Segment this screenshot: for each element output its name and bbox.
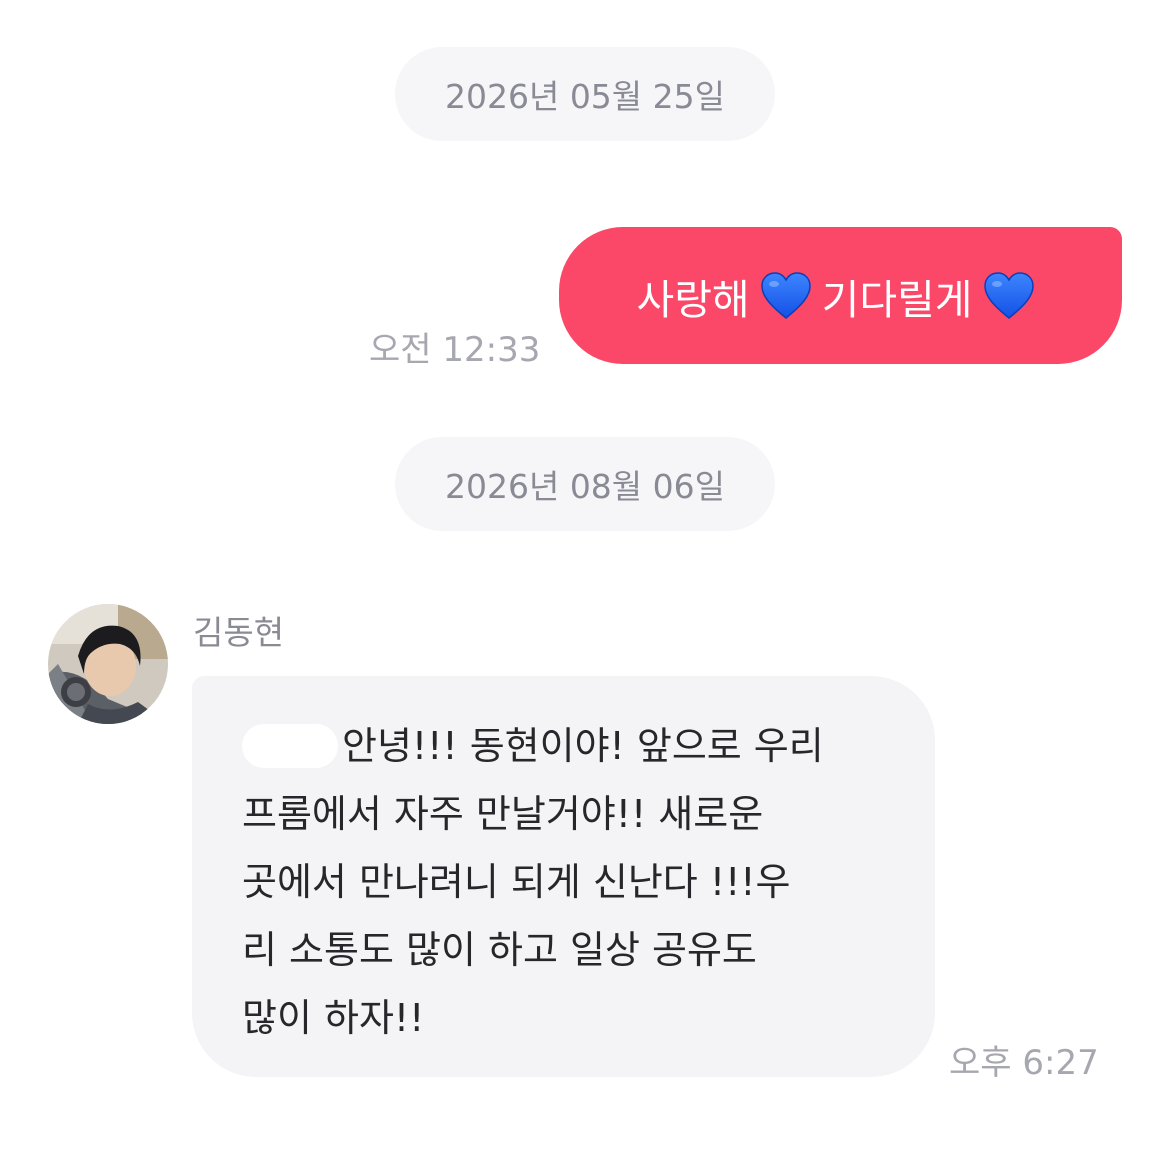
received-message-time: 오후 6:27 [949,1043,1099,1083]
avatar-image [48,604,168,724]
date-label: 2026년 05월 25일 [444,77,726,116]
message-line-text: 안녕!!! 동현이야! 앞으로 우리 [342,724,824,768]
date-label: 2026년 08월 06일 [444,467,726,506]
date-separator: 2026년 05월 25일 [394,47,776,141]
sent-message-bubble[interactable]: 사랑해 기다릴게 [559,227,1122,364]
sender-name: 김동현 [193,613,285,652]
message-line: 많이 하자!! [242,996,425,1040]
date-separator: 2026년 08월 06일 [394,437,776,531]
message-line: 리 소통도 많이 하고 일상 공유도 [242,928,757,972]
blue-heart-icon [983,271,1034,319]
sent-message-text: 기다릴게 [821,275,973,324]
message-line: 곳에서 만나려니 되게 신난다 !!!우 [242,860,791,904]
redacted-name [242,723,338,768]
blue-heart-icon [760,271,811,319]
sent-message-time: 오전 12:33 [369,330,541,370]
message-line: 프롬에서 자주 만날거야!! 새로운 [242,792,764,836]
message-line: 안녕!!! 동현이야! 앞으로 우리 [242,712,895,780]
sent-message-text: 사랑해 [636,275,750,324]
received-message-bubble[interactable]: 안녕!!! 동현이야! 앞으로 우리 프롬에서 자주 만날거야!! 새로운 곳에… [192,676,935,1077]
avatar[interactable] [48,604,168,724]
chat-view: 2026년 05월 25일 오전 12:33 사랑해 기다릴게 2026년 08… [0,0,1170,1152]
